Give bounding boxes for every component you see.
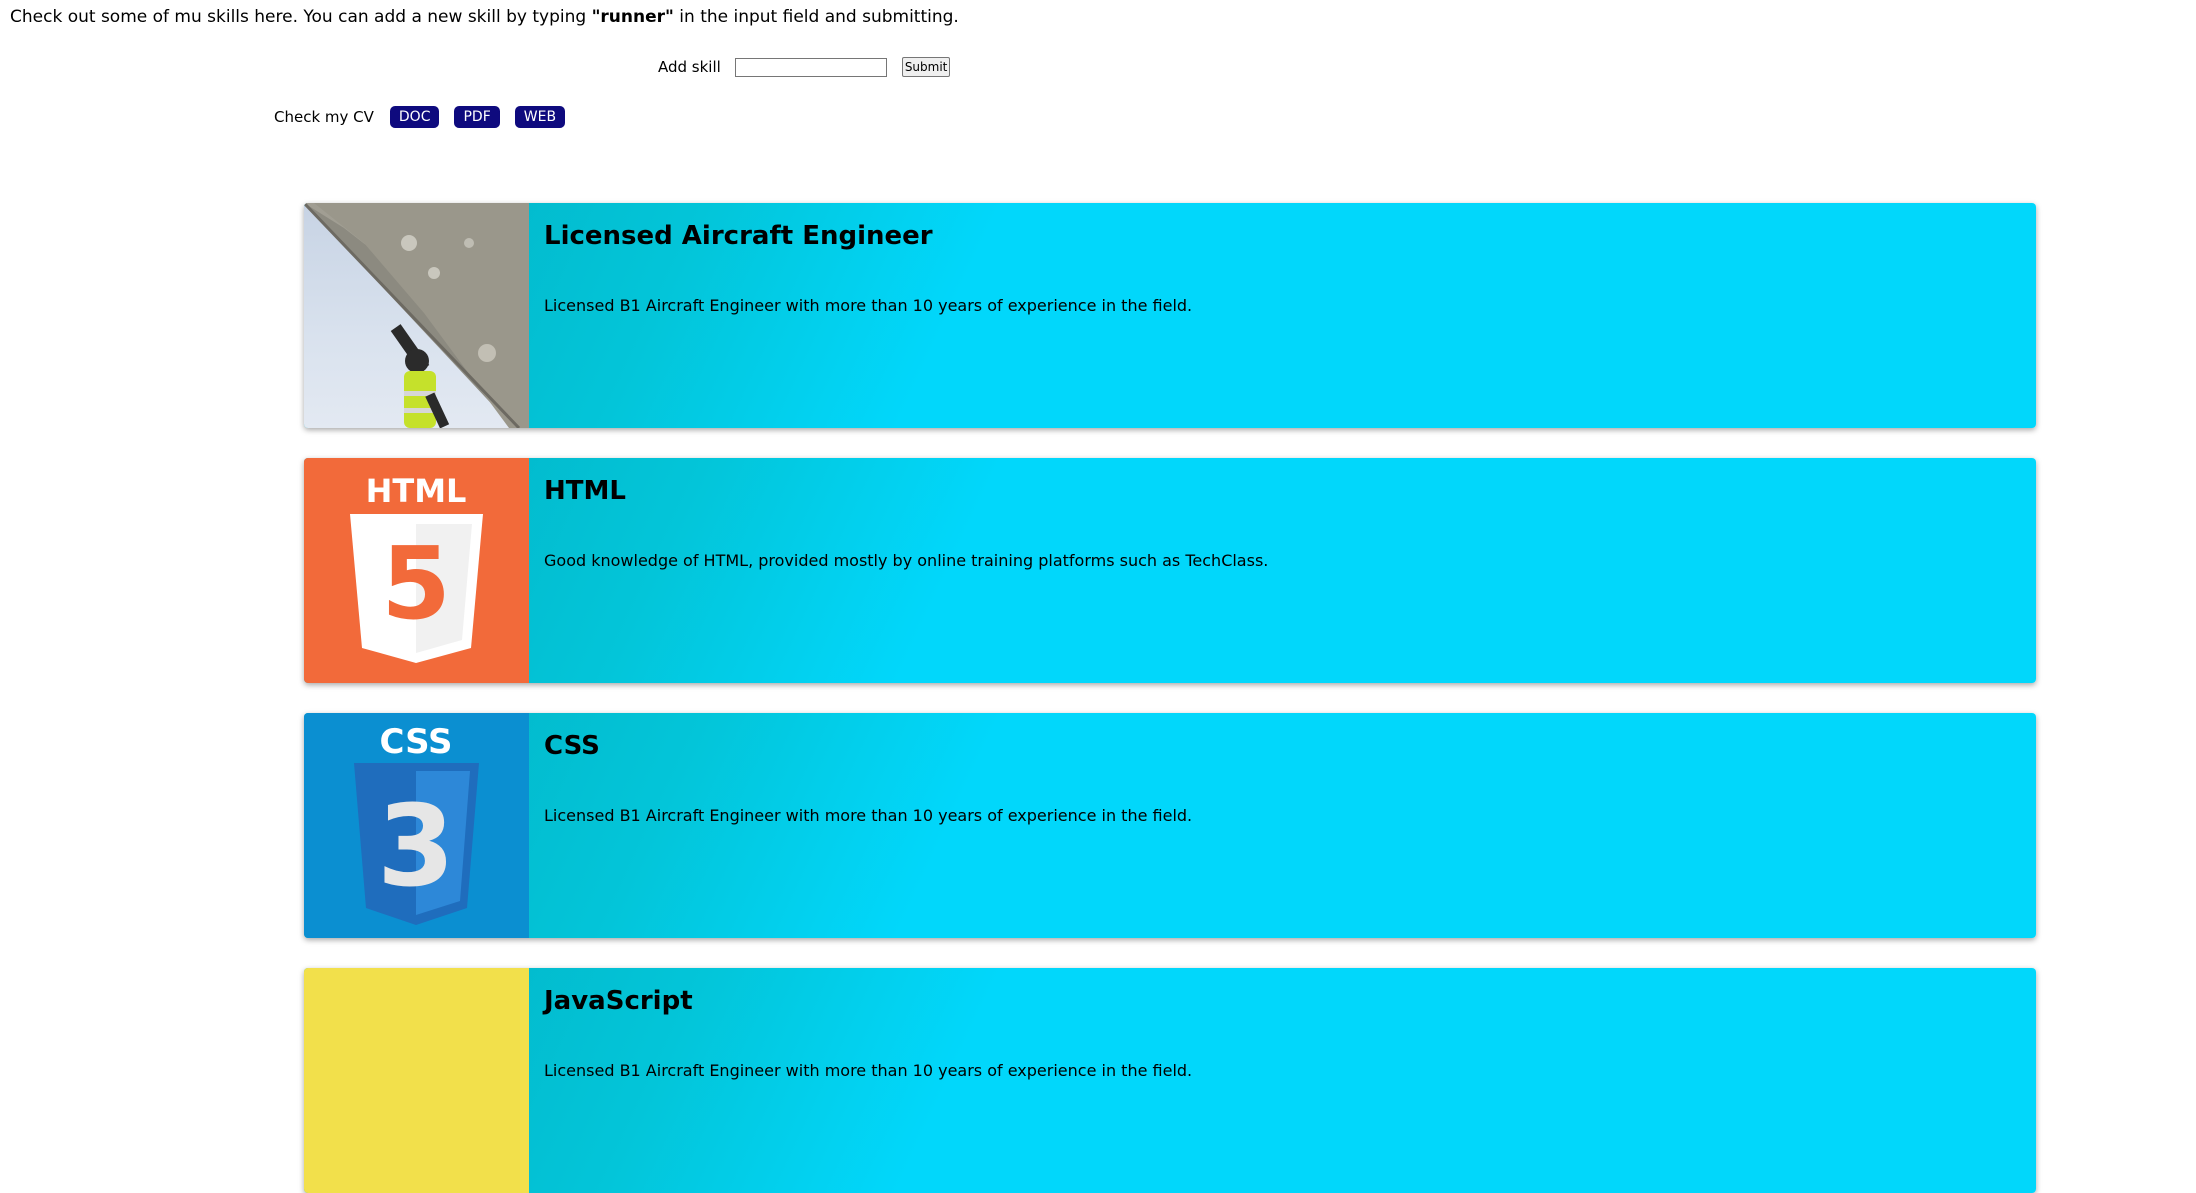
intro-text: Check out some of mu skills here. You ca…: [10, 6, 959, 28]
intro-keyword: "runner": [591, 7, 674, 27]
skill-card: CSS 3 CSS Licensed B1 Aircraft Engineer …: [304, 713, 2036, 938]
submit-button[interactable]: Submit: [901, 57, 951, 77]
html5-logo: HTML 5: [304, 458, 529, 683]
aircraft-engineer-photo: [304, 203, 529, 428]
add-skill-input[interactable]: [734, 57, 887, 77]
javascript-logo: [304, 968, 529, 1193]
css3-logo: CSS 3: [304, 713, 529, 938]
skill-description: Licensed B1 Aircraft Engineer with more …: [544, 1061, 1193, 1080]
skill-title: Licensed Aircraft Engineer: [544, 221, 933, 251]
cv-links: Check my CV DOC PDF WEB: [274, 106, 580, 128]
svg-text:HTML: HTML: [366, 472, 467, 510]
skill-card: JavaScript Licensed B1 Aircraft Engineer…: [304, 968, 2036, 1193]
svg-text:3: 3: [377, 782, 455, 912]
cv-web-button[interactable]: WEB: [514, 106, 566, 128]
intro-before: Check out some of mu skills here. You ca…: [10, 7, 592, 27]
skill-title: HTML: [544, 476, 626, 506]
aircraft-engineer-image: [304, 203, 529, 428]
skill-title: CSS: [544, 731, 600, 761]
add-skill-form: Add skill Submit: [658, 55, 951, 79]
html5-icon: HTML 5: [350, 472, 483, 663]
cv-label: Check my CV: [274, 108, 374, 126]
skill-card: Licensed Aircraft Engineer Licensed B1 A…: [304, 203, 2036, 428]
svg-text:5: 5: [381, 525, 451, 642]
cv-pdf-button[interactable]: PDF: [454, 106, 500, 128]
cv-doc-button[interactable]: DOC: [389, 106, 440, 128]
skill-card: HTML 5 HTML Good knowledge of HTML, prov…: [304, 458, 2036, 683]
skill-title: JavaScript: [544, 986, 693, 1016]
add-skill-label: Add skill: [658, 58, 721, 76]
skill-description: Good knowledge of HTML, provided mostly …: [544, 551, 1269, 570]
intro-after: in the input field and submitting.: [673, 7, 959, 27]
css3-icon: CSS 3: [354, 722, 479, 925]
skill-description: Licensed B1 Aircraft Engineer with more …: [544, 296, 1193, 315]
skill-description: Licensed B1 Aircraft Engineer with more …: [544, 806, 1193, 825]
svg-text:CSS: CSS: [379, 722, 452, 762]
